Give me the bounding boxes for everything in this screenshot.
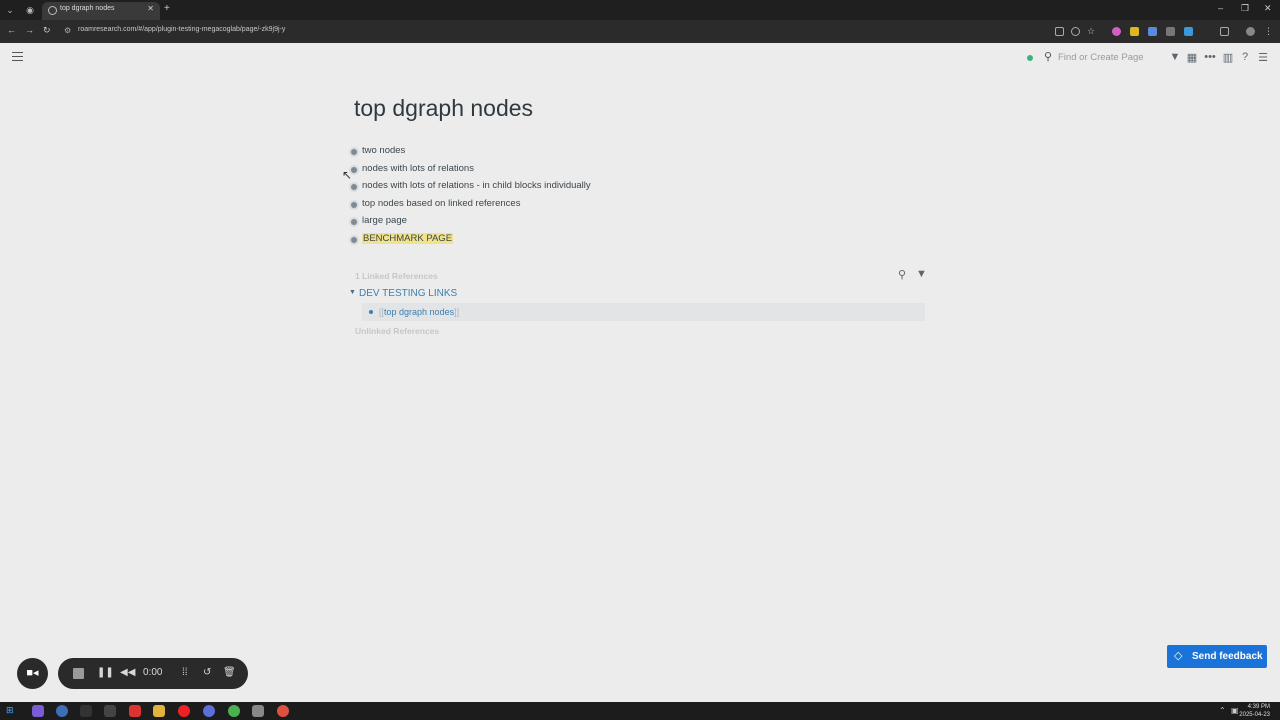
extension-pink-icon[interactable] (1112, 27, 1121, 36)
reference-bullet[interactable] (369, 310, 373, 314)
camera-toggle-button[interactable]: ■◂ (17, 658, 48, 689)
block-bullet[interactable] (351, 219, 357, 225)
video-camera-icon: ■◂ (26, 667, 39, 679)
mouse-cursor-icon: ↖ (342, 168, 353, 182)
address-bar[interactable]: ⚙ roamresearch.com/#/app/plugin-testing-… (60, 23, 1040, 40)
browser-menu-icon[interactable]: ⋮ (1264, 27, 1273, 36)
app-dark-icon[interactable] (80, 705, 92, 717)
filter-icon[interactable]: ▼ (1169, 51, 1181, 63)
windows-taskbar: ⊞ ⌃ ▣ 4:39 PM 2025-04-23 (0, 702, 1280, 720)
unlinked-references-header[interactable]: Unlinked References (355, 326, 439, 336)
delete-icon[interactable]: 🗑 (223, 667, 236, 678)
help-icon[interactable]: ? (1239, 51, 1251, 63)
rewind-icon[interactable]: ◀◀ (120, 667, 135, 678)
block-bullet[interactable] (351, 149, 357, 155)
reload-icon[interactable]: ↻ (43, 25, 51, 36)
recording-toolbar: ❚❚ ◀◀ 0:00 ⁞⁞ ↺ 🗑 (58, 658, 248, 689)
search-icon: ⚲ (1044, 51, 1053, 63)
clock-date: 2025-04-23 (1239, 712, 1270, 718)
opera-icon[interactable] (178, 705, 190, 717)
page-title[interactable]: top dgraph nodes (354, 95, 533, 122)
profile-avatar[interactable] (1246, 27, 1255, 36)
start-icon[interactable]: ⊞ (6, 705, 18, 717)
zoom-icon[interactable] (1071, 27, 1080, 36)
forward-icon[interactable]: → (25, 25, 34, 35)
tab-title: top dgraph nodes (60, 5, 115, 12)
clock-time: 4:39 PM (1247, 704, 1270, 710)
page-reference-text[interactable]: top dgraph nodes (384, 307, 454, 317)
sync-status-indicator (1027, 55, 1033, 61)
url-text[interactable]: roamresearch.com/#/app/plugin-testing-me… (78, 26, 285, 33)
chrome-icon[interactable] (56, 705, 68, 717)
block-text[interactable]: nodes with lots of relations - in child … (362, 180, 591, 191)
block-text[interactable]: two nodes (362, 145, 405, 156)
extension-yellow-icon[interactable] (1130, 27, 1139, 36)
block-bullet[interactable] (351, 237, 357, 243)
extension-doc-icon[interactable] (1148, 27, 1157, 36)
send-feedback-button[interactable]: ◇ Send feedback (1167, 645, 1267, 668)
block-bullet[interactable] (351, 184, 357, 190)
right-sidebar-icon[interactable]: ☰ (1257, 51, 1269, 64)
search-placeholder: Find or Create Page (1058, 52, 1144, 63)
more-icon[interactable]: ••• (1204, 51, 1216, 63)
app-green-icon[interactable] (228, 705, 240, 717)
tray-chevron-icon[interactable]: ⌃ (1219, 706, 1226, 715)
new-tab-button[interactable]: + (164, 3, 170, 14)
browser-tab[interactable]: top dgraph nodes ✕ (42, 2, 160, 20)
clock[interactable]: 4:39 PM 2025-04-23 (1239, 703, 1270, 719)
extensions-puzzle-icon[interactable] (1220, 27, 1229, 36)
reference-group-title[interactable]: DEV TESTING LINKS (359, 288, 457, 299)
block-text[interactable]: large page (362, 215, 407, 226)
block-text[interactable]: top nodes based on linked references (362, 198, 520, 209)
cast-icon[interactable] (1055, 27, 1064, 36)
close-brackets: ]] (454, 307, 460, 317)
chrome-alt-icon[interactable] (277, 705, 289, 717)
app-purple-icon[interactable] (32, 705, 44, 717)
browser-icon[interactable] (203, 705, 215, 717)
block-bullet[interactable] (351, 202, 357, 208)
close-tab-icon[interactable]: ✕ (147, 4, 154, 13)
block-text-highlighted[interactable]: BENCHMARK PAGE (362, 233, 454, 244)
restart-icon[interactable]: ↺ (203, 667, 211, 678)
close-window-button[interactable]: ✕ (1264, 3, 1272, 14)
tab-search-icon[interactable]: ⌄ (4, 4, 16, 16)
minimize-button[interactable]: – (1218, 3, 1223, 13)
extension-gray-icon[interactable] (1166, 27, 1175, 36)
search-input[interactable]: ⚲ Find or Create Page (1040, 49, 1164, 66)
block-text[interactable]: nodes with lots of relations (362, 163, 474, 174)
tray-network-icon[interactable]: ▣ (1231, 706, 1239, 715)
app-red-icon[interactable] (129, 705, 141, 717)
highlight: BENCHMARK PAGE (362, 233, 454, 244)
extension-blue-icon[interactable] (1184, 27, 1193, 36)
reference-block[interactable]: [[top dgraph nodes]] (362, 303, 925, 321)
browser-tab-strip: ⌄ ◉ top dgraph nodes ✕ + – ❐ ✕ (0, 0, 1280, 20)
pause-icon[interactable]: ❚❚ (97, 667, 114, 678)
reference-filter-icon[interactable]: ▼ (916, 268, 927, 280)
back-icon[interactable]: ← (7, 25, 16, 35)
browser-toolbar: ← → ↻ ⚙ roamresearch.com/#/app/plugin-te… (0, 20, 1280, 43)
linked-references-header[interactable]: 1 Linked References (355, 271, 438, 281)
calendar-icon[interactable]: ▦ (1186, 51, 1198, 64)
reference-search-icon[interactable]: ⚲ (898, 268, 906, 281)
terminal-icon[interactable] (104, 705, 116, 717)
file-explorer-icon[interactable] (153, 705, 165, 717)
collapse-caret-icon[interactable]: ▼ (349, 289, 356, 296)
tab-favicon-icon (48, 6, 57, 15)
stop-recording-button[interactable] (73, 668, 84, 679)
restore-button[interactable]: ❐ (1241, 3, 1249, 14)
recording-time: 0:00 (143, 667, 163, 678)
roam-favicon-icon[interactable]: ◉ (24, 4, 36, 16)
grid-icon[interactable]: ⁞⁞ (182, 667, 188, 678)
page-reference-link[interactable]: [[top dgraph nodes]] (379, 307, 459, 317)
site-info-icon[interactable]: ⚙ (64, 26, 71, 35)
sidebar-icon[interactable]: ▥ (1222, 51, 1234, 64)
hamburger-menu-icon[interactable] (12, 52, 23, 61)
send-feedback-label: Send feedback (1192, 651, 1263, 662)
bookmark-star-icon[interactable]: ☆ (1087, 27, 1096, 36)
app-gray-icon[interactable] (252, 705, 264, 717)
feedback-icon: ◇ (1174, 650, 1183, 662)
